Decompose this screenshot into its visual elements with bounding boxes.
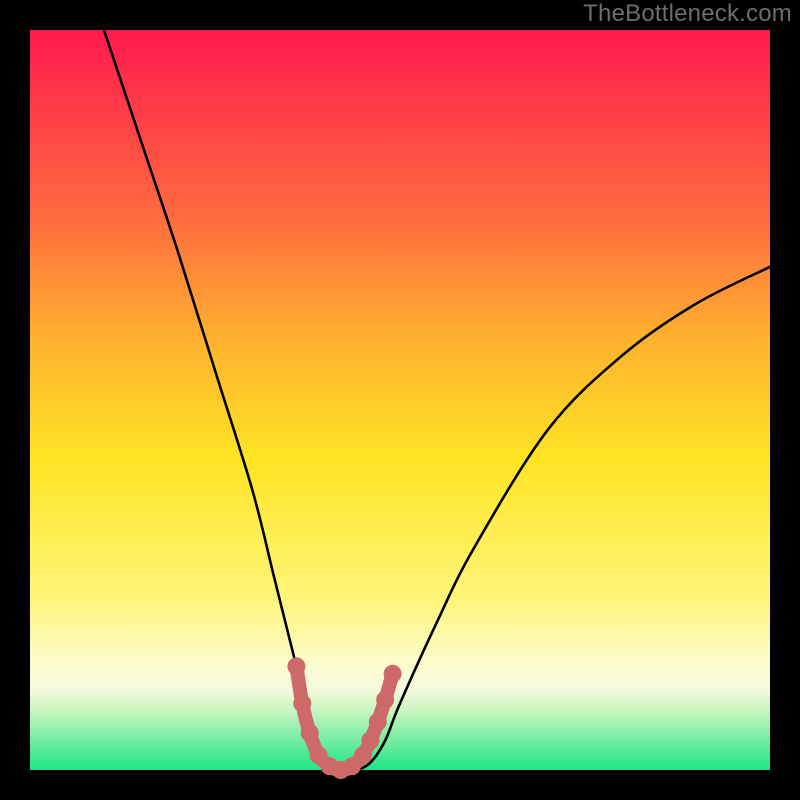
valley-marker-dot [361,731,379,749]
valley-marker-dot [287,657,305,675]
plot-area [30,30,770,770]
valley-marker-dot [369,713,387,731]
watermark-text: TheBottleneck.com [583,0,792,28]
valley-marker-dot [293,694,311,712]
valley-marker-dot [384,665,402,683]
chart-frame: TheBottleneck.com [0,0,800,800]
valley-marker-dot [301,724,319,742]
bottleneck-curve-path [104,30,770,771]
valley-marker-dot [376,691,394,709]
chart-svg [30,30,770,770]
